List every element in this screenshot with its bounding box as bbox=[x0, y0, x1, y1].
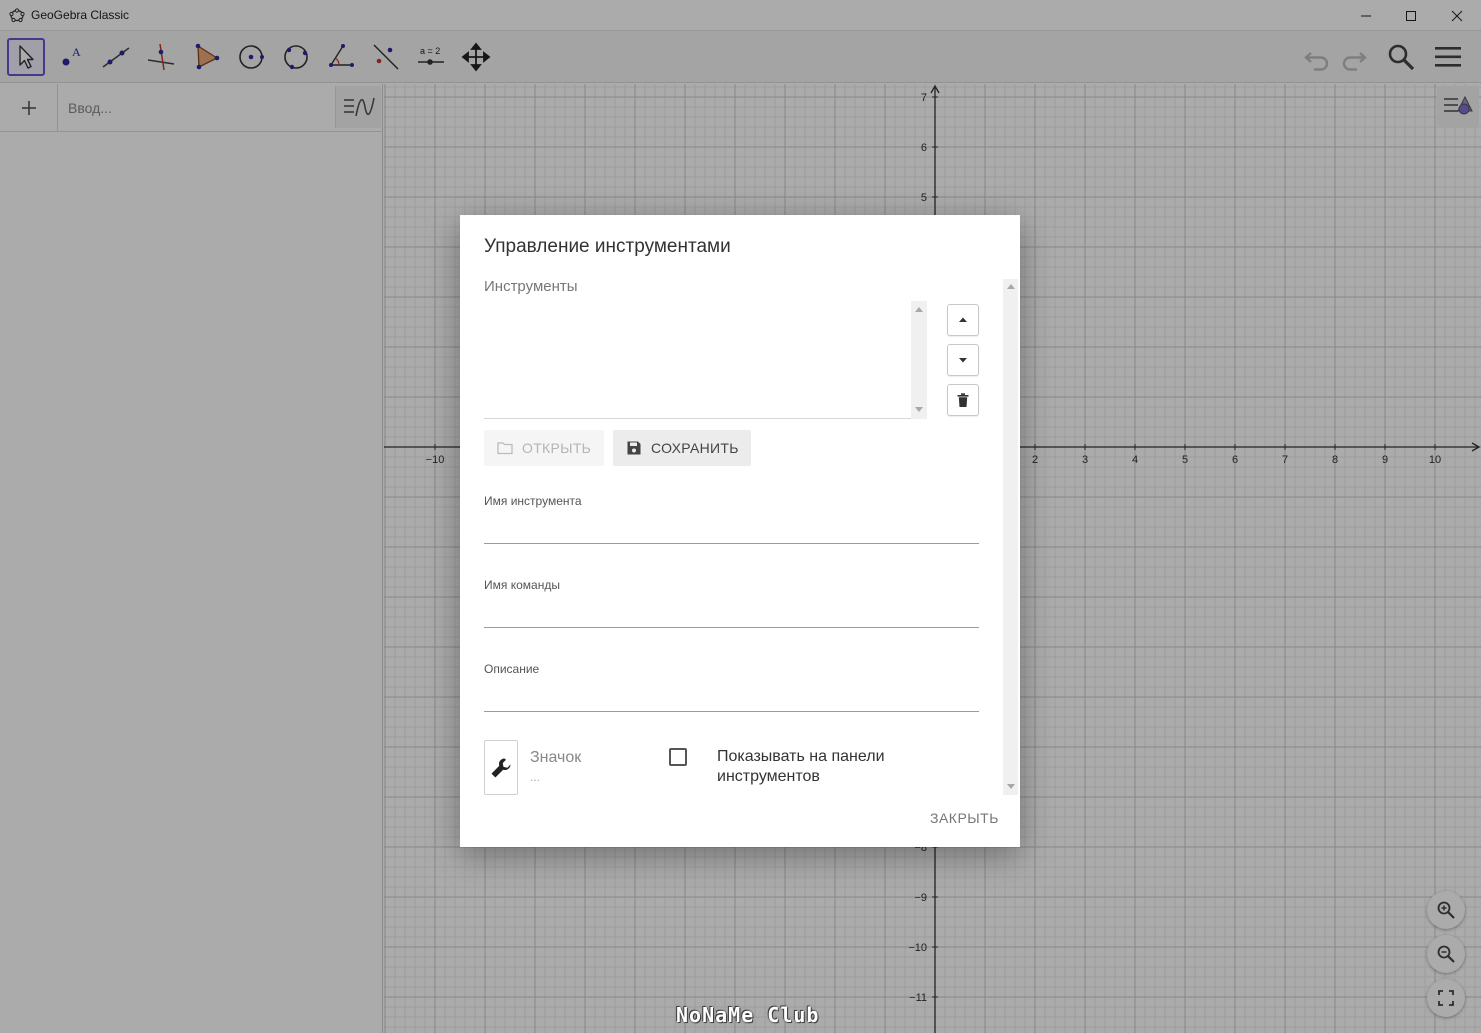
geogebra-window: GeoGebra Classic A a = 2 Ввод... −10 2 3… bbox=[0, 0, 1481, 1033]
show-in-toolbar-label: Показывать на панели инструментов bbox=[717, 748, 885, 785]
command-name-label: Имя команды bbox=[484, 578, 560, 592]
dialog-scroll-up-icon bbox=[1006, 284, 1015, 289]
open-button[interactable]: ОТКРЫТЬ bbox=[484, 430, 604, 466]
icon-label: Значок bbox=[530, 749, 582, 766]
dialog-scroll-down-icon bbox=[1006, 784, 1015, 789]
description-label: Описание bbox=[484, 662, 540, 676]
watermark: NoNaMe Club bbox=[676, 1003, 820, 1027]
delete-tool-button[interactable] bbox=[947, 384, 979, 416]
folder-icon bbox=[497, 442, 513, 455]
tools-list[interactable] bbox=[484, 301, 927, 419]
scroll-up-arrow-icon bbox=[915, 307, 923, 312]
tools-list-scrollbar[interactable] bbox=[911, 301, 927, 419]
show-in-toolbar-checkbox[interactable] bbox=[669, 748, 687, 766]
move-tool-down-button[interactable] bbox=[947, 344, 979, 376]
command-name-input[interactable] bbox=[484, 602, 979, 628]
close-dialog-button[interactable]: ЗАКРЫТЬ bbox=[930, 810, 999, 826]
save-button[interactable]: СОХРАНИТЬ bbox=[613, 430, 751, 466]
caret-down-icon bbox=[959, 358, 967, 363]
tool-name-label: Имя инструмента bbox=[484, 494, 582, 508]
trash-icon bbox=[957, 393, 969, 407]
description-input[interactable] bbox=[484, 686, 979, 712]
tool-icon-button[interactable] bbox=[484, 740, 518, 795]
wrench-icon bbox=[491, 758, 511, 777]
open-button-label: ОТКРЫТЬ bbox=[522, 440, 592, 456]
move-tool-up-button[interactable] bbox=[947, 304, 979, 336]
tools-section-label: Инструменты bbox=[484, 278, 578, 295]
save-icon bbox=[627, 441, 641, 455]
tool-manager-dialog: Управление инструментами Инструменты ОТК… bbox=[460, 215, 1020, 847]
caret-up-icon bbox=[959, 317, 967, 322]
dialog-scrollbar[interactable] bbox=[1003, 279, 1018, 795]
scroll-down-arrow-icon bbox=[915, 407, 923, 412]
dialog-title: Управление инструментами bbox=[484, 236, 731, 257]
save-button-label: СОХРАНИТЬ bbox=[651, 440, 739, 456]
tool-name-input[interactable] bbox=[484, 518, 979, 544]
icon-placeholder: ... bbox=[530, 770, 541, 784]
